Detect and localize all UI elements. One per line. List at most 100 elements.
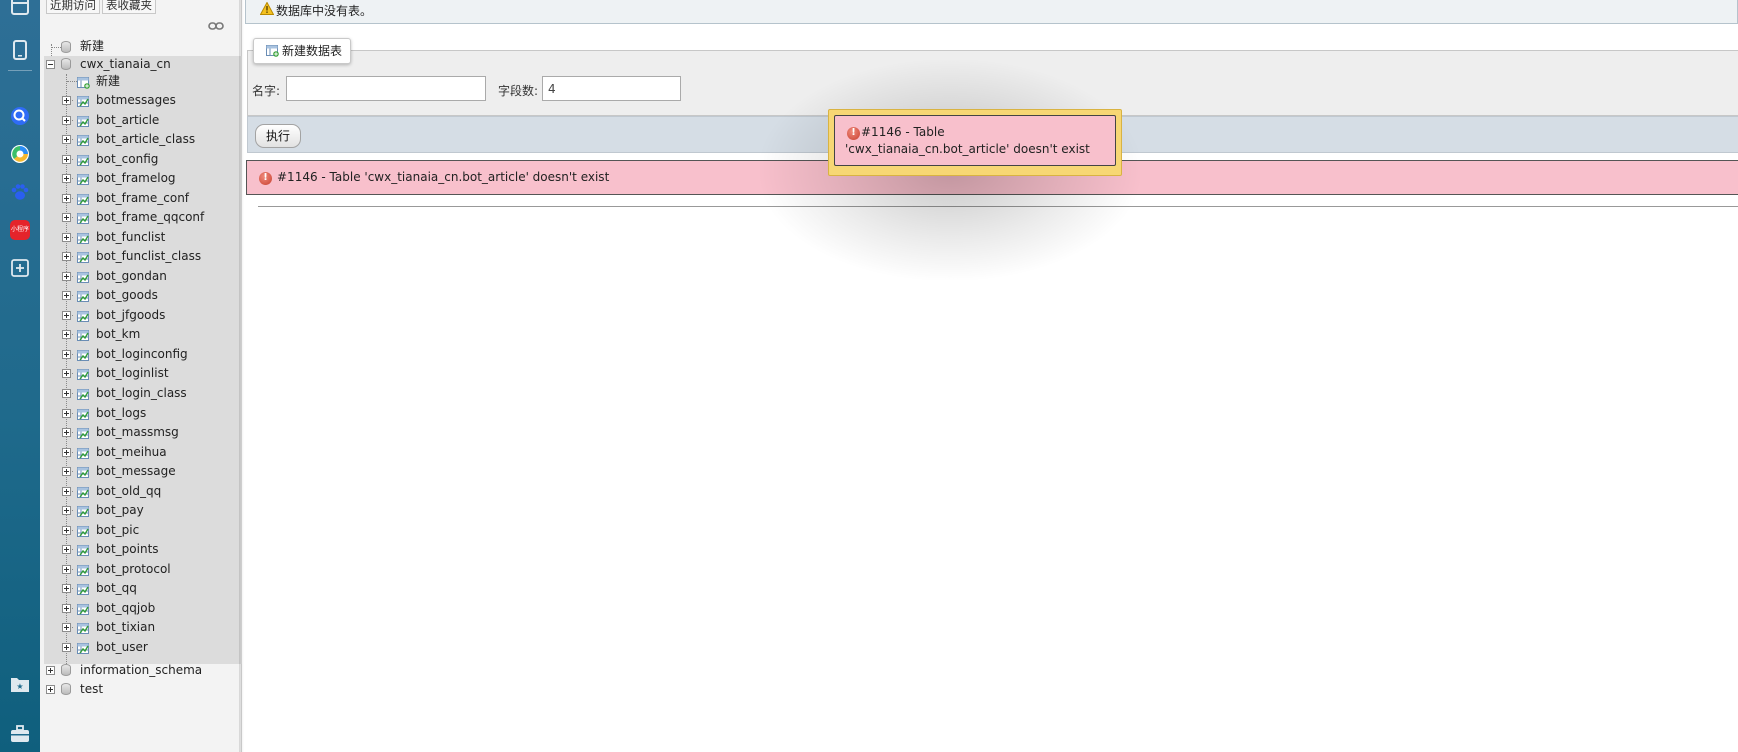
- table-icon: [77, 329, 90, 342]
- error-popup[interactable]: #1146 - Table 'cwx_tianaia_cn.bot_articl…: [828, 109, 1122, 176]
- field-count-input[interactable]: [542, 76, 681, 101]
- table-icon: [77, 290, 90, 303]
- table-icon: [77, 408, 90, 420]
- expand-toggle-icon[interactable]: [62, 271, 71, 281]
- table-item[interactable]: bot_funclist: [40, 228, 240, 247]
- phone-icon[interactable]: [6, 36, 34, 64]
- window-icon[interactable]: [6, 0, 34, 20]
- collapse-toggle-icon[interactable]: [46, 60, 55, 69]
- table-name: bot_framelog: [96, 171, 176, 186]
- table-item[interactable]: bot_qqjob: [40, 599, 240, 618]
- table-name: bot_pay: [96, 503, 144, 518]
- expand-toggle-icon[interactable]: [62, 525, 71, 535]
- expand-toggle-icon[interactable]: [62, 115, 71, 125]
- execute-button[interactable]: 执行: [255, 124, 302, 148]
- expand-toggle-icon[interactable]: [62, 564, 71, 574]
- expand-toggle-icon[interactable]: [46, 666, 55, 675]
- table-icon: [77, 486, 90, 498]
- new-table-tab[interactable]: 新建数据表: [253, 38, 352, 64]
- new-table-link[interactable]: 新建: [40, 72, 240, 91]
- briefcase-icon[interactable]: [6, 720, 34, 748]
- table-item[interactable]: bot_framelog: [40, 169, 240, 188]
- table-item[interactable]: botmessages: [40, 91, 240, 110]
- table-name-input[interactable]: [286, 76, 486, 101]
- table-item[interactable]: bot_loginlist: [40, 364, 240, 383]
- table-item[interactable]: bot_points: [40, 540, 240, 559]
- table-icon: [77, 115, 90, 127]
- expand-toggle-icon[interactable]: [62, 154, 71, 164]
- table-name: botmessages: [96, 93, 176, 107]
- table-icon: [77, 466, 90, 479]
- mini-program-icon[interactable]: 小程序: [6, 216, 34, 244]
- expand-toggle-icon[interactable]: [62, 506, 71, 516]
- expand-toggle-icon[interactable]: [62, 545, 71, 555]
- link-icon[interactable]: [208, 20, 224, 30]
- table-item[interactable]: bot_user: [40, 638, 240, 657]
- expand-toggle-icon[interactable]: [62, 467, 71, 477]
- starred-folder-icon[interactable]: ★: [6, 670, 34, 698]
- table-name: bot_funclist: [96, 229, 166, 244]
- expand-toggle-icon[interactable]: [62, 642, 71, 652]
- table-item[interactable]: bot_article: [40, 111, 240, 130]
- database-item-test[interactable]: test: [40, 680, 240, 699]
- table-item[interactable]: bot_pay: [40, 501, 240, 520]
- expand-toggle-icon[interactable]: [62, 310, 71, 320]
- table-item[interactable]: bot_tixian: [40, 618, 240, 637]
- error-popup-text: #1146 - Table 'cwx_tianaia_cn.bot_articl…: [845, 125, 1090, 156]
- table-item[interactable]: bot_frame_conf: [40, 189, 240, 208]
- database-name: test: [80, 682, 104, 696]
- favorite-tables-button[interactable]: 表收藏夹: [102, 0, 156, 14]
- table-icon: [77, 447, 90, 459]
- expand-toggle-icon[interactable]: [62, 428, 71, 437]
- expand-toggle-icon[interactable]: [62, 603, 71, 613]
- add-app-icon[interactable]: [6, 254, 34, 282]
- table-item[interactable]: bot_logs: [40, 404, 240, 423]
- table-name: bot_loginlist: [96, 366, 169, 381]
- table-item[interactable]: bot_funclist_class: [40, 247, 240, 266]
- recent-tables-button[interactable]: 近期访问: [46, 0, 100, 14]
- table-item[interactable]: bot_gondan: [40, 267, 240, 286]
- table-item[interactable]: bot_article_class: [40, 130, 240, 149]
- search-app-icon[interactable]: [6, 102, 34, 130]
- table-item[interactable]: bot_frame_qqconf: [40, 208, 240, 227]
- table-item[interactable]: bot_config: [40, 150, 240, 169]
- expand-toggle-icon[interactable]: [62, 291, 71, 301]
- paw-app-icon[interactable]: [6, 178, 34, 206]
- expand-toggle-icon[interactable]: [62, 213, 71, 223]
- expand-toggle-icon[interactable]: [62, 135, 71, 145]
- database-item-information-schema[interactable]: information_schema: [40, 661, 240, 680]
- expand-toggle-icon[interactable]: [62, 408, 71, 418]
- table-item[interactable]: bot_loginconfig: [40, 345, 240, 364]
- expand-toggle-icon[interactable]: [62, 486, 71, 496]
- expand-toggle-icon[interactable]: [62, 584, 71, 594]
- expand-toggle-icon[interactable]: [62, 369, 71, 379]
- expand-toggle-icon[interactable]: [62, 349, 71, 359]
- new-database-link[interactable]: 新建: [40, 37, 240, 56]
- expand-toggle-icon[interactable]: [62, 193, 71, 203]
- expand-toggle-icon[interactable]: [62, 389, 71, 398]
- table-item[interactable]: bot_goods: [40, 286, 240, 305]
- expand-toggle-icon[interactable]: [62, 174, 71, 184]
- table-item[interactable]: bot_km: [40, 325, 240, 344]
- table-item[interactable]: bot_login_class: [40, 384, 240, 403]
- table-item[interactable]: bot_meihua: [40, 443, 240, 462]
- expand-toggle-icon[interactable]: [62, 96, 71, 105]
- browser-app-icon[interactable]: [6, 140, 34, 168]
- expand-toggle-icon[interactable]: [62, 447, 71, 457]
- table-item[interactable]: bot_massmsg: [40, 423, 240, 442]
- expand-toggle-icon[interactable]: [46, 685, 55, 694]
- table-item[interactable]: bot_jfgoods: [40, 306, 240, 325]
- table-item[interactable]: bot_old_qq: [40, 482, 240, 501]
- expand-toggle-icon[interactable]: [62, 623, 71, 633]
- table-icon: [77, 251, 90, 264]
- expand-toggle-icon[interactable]: [62, 330, 71, 340]
- table-icon: [77, 525, 90, 537]
- table-name: bot_message: [96, 464, 176, 479]
- table-item[interactable]: bot_message: [40, 462, 240, 481]
- expand-toggle-icon[interactable]: [62, 252, 71, 262]
- table-item[interactable]: bot_pic: [40, 521, 240, 540]
- table-item[interactable]: bot_qq: [40, 579, 240, 598]
- table-name: bot_protocol: [96, 561, 171, 576]
- expand-toggle-icon[interactable]: [62, 232, 71, 242]
- table-item[interactable]: bot_protocol: [40, 560, 240, 579]
